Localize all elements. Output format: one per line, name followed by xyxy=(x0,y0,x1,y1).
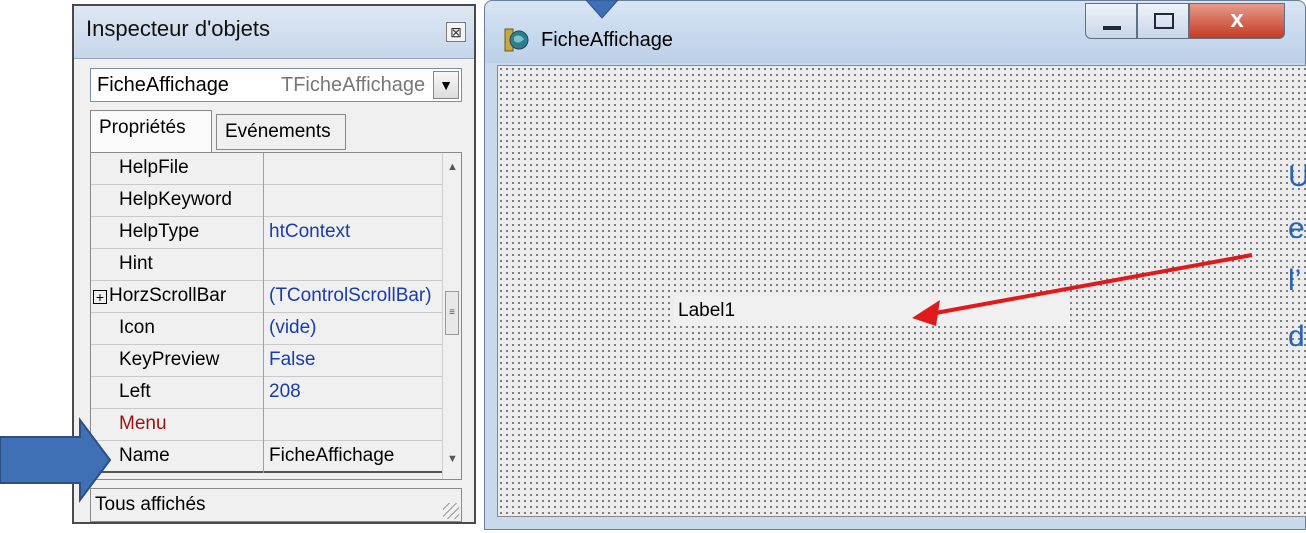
blue-arrow-icon xyxy=(0,417,112,503)
red-arrowhead-icon xyxy=(912,300,940,326)
annotation-arrows xyxy=(0,0,1253,503)
blue-arrow-tip-icon xyxy=(585,0,619,19)
red-pointer-arrow xyxy=(929,253,1253,316)
